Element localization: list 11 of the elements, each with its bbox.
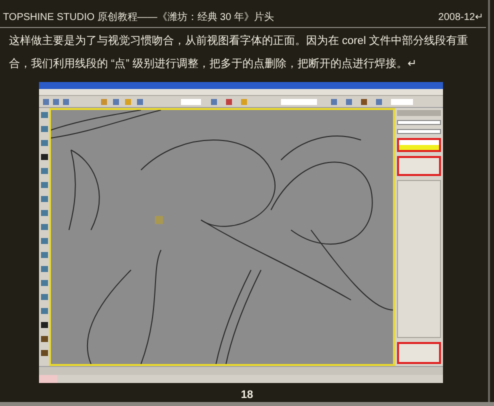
page-header-title: TOPSHINE STUDIO 原创教程——《潍坊：经典 30 年》片头 [3, 10, 274, 25]
page-number: 18 [240, 388, 254, 403]
page-header-date: 2008-12↵ [438, 11, 483, 25]
object-name-field [397, 120, 441, 125]
modifier-stack [397, 138, 441, 152]
weld-rollout [397, 342, 441, 364]
selection-rollout [397, 156, 441, 176]
pivot-gizmo [155, 216, 163, 224]
modifier-list [397, 129, 441, 134]
panel-tabs [397, 110, 441, 116]
paragraph: 这样做主要是为了与视觉习惯吻合，从前视图看字体的正面。因为在 corel 文件中部分线段有重合，我们利用线段的 “点” 级别进行调整，把多于的点删除，把断开的点进行焊接。↵ [8, 34, 469, 72]
